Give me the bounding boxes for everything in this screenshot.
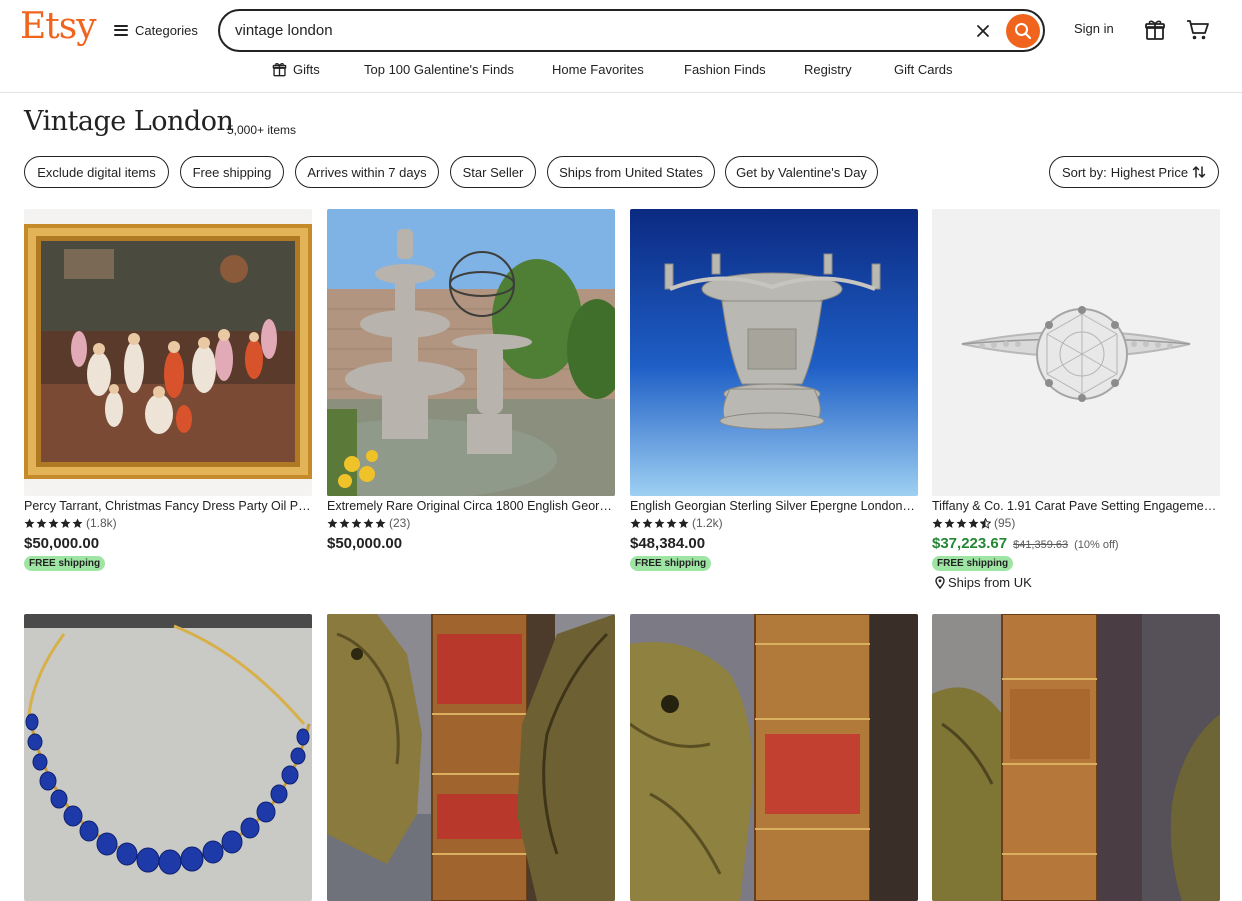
- listing-title[interactable]: English Georgian Sterling Silver Epergne…: [630, 499, 918, 513]
- ships-from: Ships from UK: [935, 575, 1032, 590]
- star-icon: [60, 518, 71, 528]
- listing-price: $50,000.00: [327, 535, 402, 552]
- star-icon: [24, 518, 35, 528]
- free-shipping-badge: FREE shipping: [630, 556, 712, 571]
- star-icon: [654, 518, 665, 528]
- filter-exclude-digital[interactable]: Exclude digital items: [24, 156, 169, 188]
- price-value: $50,000.00: [24, 535, 100, 552]
- listing-card[interactable]: [327, 614, 615, 901]
- listing-title[interactable]: Extremely Rare Original Circa 1800 Engli…: [327, 499, 615, 513]
- star-icon: [48, 518, 59, 528]
- listing-price: $50,000.00: [24, 535, 99, 552]
- listing-card[interactable]: [932, 614, 1220, 901]
- star-icon: [351, 518, 362, 528]
- free-shipping-badge: FREE shipping: [932, 556, 1014, 571]
- listing-title[interactable]: Percy Tarrant, Christmas Fancy Dress Par…: [24, 499, 312, 513]
- review-count: (1.8k): [86, 516, 117, 530]
- search-submit-button[interactable]: [1006, 14, 1040, 48]
- subnav-fashion-finds[interactable]: Fashion Finds: [684, 62, 766, 77]
- location-pin-icon: [935, 576, 945, 589]
- listing-image[interactable]: [932, 614, 1220, 901]
- star-rating: [932, 517, 991, 529]
- filter-valentines-day[interactable]: Get by Valentine's Day: [725, 156, 878, 188]
- star-icon: [630, 518, 641, 528]
- page-title: Vintage London: [24, 106, 234, 137]
- filter-arrives-7-days[interactable]: Arrives within 7 days: [295, 156, 439, 188]
- search-icon: [1015, 23, 1032, 40]
- review-count: (95): [994, 516, 1016, 530]
- subnav-gift-cards[interactable]: Gift Cards: [894, 62, 953, 77]
- sort-dropdown[interactable]: Sort by: Highest Price: [1049, 156, 1219, 188]
- hamburger-icon: [114, 24, 128, 36]
- star-icon: [363, 518, 374, 528]
- categories-menu-button[interactable]: Categories: [114, 19, 198, 41]
- star-rating: [630, 518, 689, 529]
- listing-image[interactable]: [630, 209, 918, 496]
- star-icon: [375, 518, 386, 528]
- filter-ships-from-us[interactable]: Ships from United States: [547, 156, 715, 188]
- original-price: $41,359.63: [1013, 539, 1069, 551]
- star-rating: [327, 518, 386, 529]
- clear-search-button[interactable]: [972, 20, 994, 42]
- price-value: $48,384.00: [630, 535, 706, 552]
- star-icon: [642, 518, 653, 528]
- etsy-logo[interactable]: Etsy: [20, 6, 97, 47]
- listing-image[interactable]: [932, 209, 1220, 496]
- listing-image[interactable]: [327, 209, 615, 496]
- sort-arrows-icon: [1192, 166, 1206, 178]
- listing-rating: (1.2k): [630, 516, 723, 530]
- price-value: $50,000.00: [327, 535, 403, 552]
- search-bar: [218, 9, 1045, 52]
- listing-title[interactable]: Tiffany & Co. 1.91 Carat Pave Setting En…: [932, 499, 1220, 513]
- sort-prefix: Sort by:: [1061, 164, 1107, 180]
- sign-in-link[interactable]: Sign in: [1074, 21, 1114, 36]
- star-rating: [24, 518, 83, 529]
- cart-icon[interactable]: [1186, 19, 1210, 41]
- listing-rating: (1.8k): [24, 516, 117, 530]
- listing-image[interactable]: [630, 614, 918, 901]
- star-icon: [36, 518, 47, 528]
- close-icon: [977, 25, 989, 37]
- listing-image[interactable]: [327, 614, 615, 901]
- star-icon: [72, 518, 83, 528]
- subnav-galentines[interactable]: Top 100 Galentine's Finds: [364, 62, 514, 77]
- sale-price: $37,223.67: [932, 535, 1008, 552]
- sort-value: Highest Price: [1110, 164, 1189, 180]
- listing-rating: (95): [932, 516, 1015, 530]
- filter-star-seller[interactable]: Star Seller: [450, 156, 536, 188]
- ships-from-label: Ships from UK: [948, 575, 1032, 590]
- listing-card[interactable]: [24, 614, 312, 901]
- star-icon: [678, 518, 689, 528]
- filter-free-shipping[interactable]: Free shipping: [180, 156, 284, 188]
- star-icon: [980, 517, 991, 529]
- secondary-nav: Gifts Top 100 Galentine's Finds Home Fav…: [0, 62, 1242, 82]
- star-icon: [968, 518, 979, 528]
- discount-percent: (10% off): [1074, 539, 1119, 551]
- listing-card[interactable]: [630, 614, 918, 901]
- listing-price: $48,384.00: [630, 535, 705, 552]
- free-shipping-badge: FREE shipping: [24, 556, 106, 571]
- categories-label: Categories: [135, 22, 198, 38]
- site-header: Etsy Categories Sign in: [0, 0, 1242, 93]
- gift-icon: [272, 63, 287, 77]
- search-input[interactable]: [235, 11, 935, 50]
- listing-image[interactable]: [24, 209, 312, 496]
- gift-icon[interactable]: [1144, 19, 1166, 41]
- listing-price: $37,223.67 $41,359.63 (10% off): [932, 535, 1119, 552]
- result-count: 5,000+ items: [227, 123, 297, 137]
- star-icon: [944, 518, 955, 528]
- star-icon: [327, 518, 338, 528]
- review-count: (1.2k): [692, 516, 723, 530]
- subnav-gifts[interactable]: Gifts: [272, 62, 320, 77]
- listing-rating: (23): [327, 516, 410, 530]
- subnav-label: Gifts: [293, 62, 320, 77]
- star-icon: [956, 518, 967, 528]
- subnav-home-favorites[interactable]: Home Favorites: [552, 62, 644, 77]
- review-count: (23): [389, 516, 411, 530]
- star-icon: [932, 518, 943, 528]
- star-icon: [339, 518, 350, 528]
- listing-image[interactable]: [24, 614, 312, 901]
- star-icon: [666, 518, 677, 528]
- subnav-registry[interactable]: Registry: [804, 62, 852, 77]
